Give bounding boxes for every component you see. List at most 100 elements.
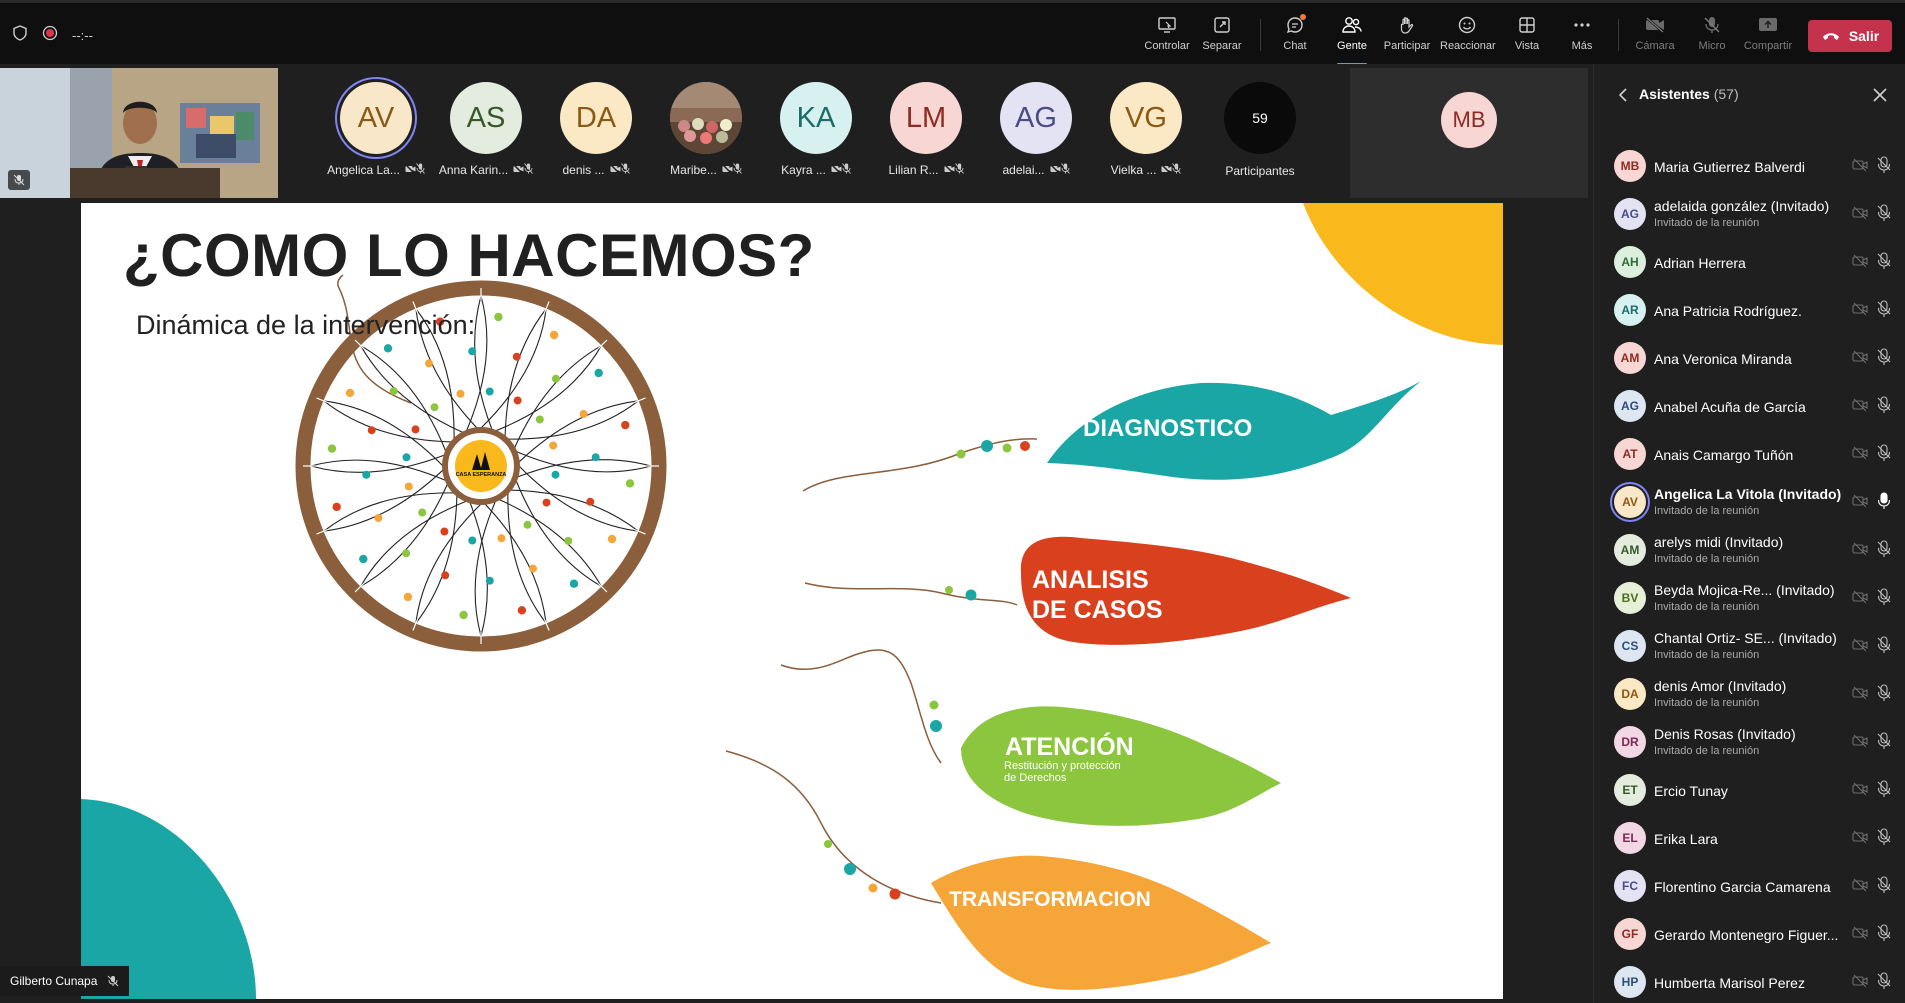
- web-bead: [403, 592, 413, 602]
- leaf-label-analisis-line1: ANALISIS: [1032, 566, 1149, 594]
- featured-participant-tile[interactable]: MB: [1350, 68, 1588, 198]
- attendee-row[interactable]: AV Angelica La Vitola (Invitado) Invitado …: [1594, 480, 1905, 528]
- attendee-avatar: BV: [1614, 582, 1646, 614]
- mic-off-icon: [1877, 252, 1891, 269]
- participant-name: Anna Karin...: [438, 163, 509, 177]
- web-bead: [586, 497, 595, 506]
- overflow-participants-tile[interactable]: 59 Participantes: [1210, 82, 1310, 192]
- web-bead: [440, 527, 449, 536]
- mic-off-icon: [1876, 348, 1892, 371]
- camera-off-icon: [1048, 163, 1061, 175]
- mic-off-icon: [1876, 876, 1892, 899]
- corner-shape-top-right: [1303, 203, 1503, 345]
- attendee-avatar: AM: [1614, 342, 1646, 374]
- attendee-name: Gerardo Montenegro Figuer...: [1654, 927, 1839, 943]
- web-strand: [515, 480, 602, 587]
- participant-avatar: AS: [450, 82, 522, 154]
- detach-button[interactable]: Separar: [1195, 15, 1249, 59]
- web-bead: [549, 330, 559, 340]
- attendee-name: Erika Lara: [1654, 831, 1718, 847]
- string-beads: [824, 440, 1030, 900]
- web-bead: [345, 388, 355, 398]
- mic-button[interactable]: Micro: [1685, 15, 1739, 59]
- attendee-row[interactable]: AM arelys midi (Invitado) Invitado de la r…: [1594, 528, 1905, 576]
- share-button[interactable]: Compartir: [1741, 15, 1795, 59]
- attendee-row[interactable]: FC Florentino Garcia Camarena: [1594, 864, 1905, 912]
- attendee-row[interactable]: AG adelaida gonzález (Invitado) Invitado d…: [1594, 192, 1905, 240]
- camera-off-icon: [1852, 494, 1868, 508]
- mic-on-icon: [1877, 492, 1891, 509]
- attendee-row[interactable]: GF Gerardo Montenegro Figuer...: [1594, 912, 1905, 960]
- web-bead: [374, 514, 383, 522]
- attendee-name: denis Amor (Invitado): [1654, 678, 1787, 694]
- mic-off-icon: [524, 163, 534, 174]
- attendee-row[interactable]: AG Anabel Acuña de García: [1594, 384, 1905, 432]
- camera-off-icon: [1852, 590, 1868, 604]
- attendee-row[interactable]: AT Anais Camargo Tuñón: [1594, 432, 1905, 480]
- web-bead: [456, 389, 465, 398]
- control-button[interactable]: Controlar: [1140, 15, 1194, 59]
- attendees-panel: Asistentes (57) MB Maria Gutierrez Balver…: [1593, 64, 1905, 1003]
- attendee-row[interactable]: BV Beyda Mojica-Re... (Invitado) Invitado …: [1594, 576, 1905, 624]
- mic-off-icon: [1876, 588, 1892, 611]
- participant-tile[interactable]: AV Angelica La...: [326, 82, 426, 192]
- participant-tile[interactable]: KA Kayra ...: [766, 82, 866, 192]
- mic-off-icon: [1876, 540, 1892, 563]
- raise-hand-button[interactable]: Participar: [1380, 15, 1434, 59]
- presenter-video[interactable]: [0, 68, 278, 198]
- attendee-list: MB Maria Gutierrez Balverdi AG adelaida gon…: [1594, 144, 1905, 1003]
- chat-button[interactable]: Chat: [1268, 14, 1322, 59]
- participant-photo: [670, 82, 742, 154]
- leaf-label-transformacion: TRANSFORMACION: [949, 888, 1151, 911]
- camera-off-icon: [1852, 446, 1868, 460]
- web-bead: [332, 502, 341, 512]
- string-diagnostico: [802, 438, 1038, 492]
- presenter-name: Gilberto Cunapa: [10, 974, 98, 988]
- back-chevron-icon[interactable]: [1618, 88, 1628, 107]
- people-button[interactable]: Gente: [1325, 15, 1379, 65]
- participant-avatar: KA: [780, 82, 852, 154]
- close-icon[interactable]: [1873, 88, 1887, 107]
- attendee-avatar: AH: [1614, 246, 1646, 278]
- participant-tile[interactable]: LM Lilian R...: [876, 82, 976, 192]
- attendee-row[interactable]: DR Denis Rosas (Invitado) Invitado de la r…: [1594, 720, 1905, 768]
- attendee-name: Chantal Ortiz- SE... (Invitado): [1654, 630, 1837, 646]
- attendee-row[interactable]: AM Ana Veronica Miranda: [1594, 336, 1905, 384]
- attendee-role: Invitado de la reunión: [1654, 697, 1760, 709]
- web-bead: [430, 403, 439, 412]
- participant-tile[interactable]: Maribe...: [656, 82, 756, 192]
- attendee-row[interactable]: EL Erika Lara: [1594, 816, 1905, 864]
- view-button[interactable]: Vista: [1500, 15, 1554, 59]
- attendee-row[interactable]: HP Humberta Marisol Perez: [1594, 960, 1905, 1003]
- mic-off-icon: [1060, 163, 1070, 174]
- mic-off-icon: [841, 163, 851, 174]
- participant-tile[interactable]: DA denis ...: [546, 82, 646, 192]
- web-bead: [607, 534, 617, 544]
- leave-button[interactable]: Salir: [1808, 20, 1892, 52]
- participant-tile[interactable]: AS Anna Karin...: [436, 82, 536, 192]
- web-strand: [498, 498, 602, 587]
- camera-off-icon: [1852, 542, 1868, 561]
- attendee-row[interactable]: AH Adrian Herrera: [1594, 240, 1905, 288]
- attendee-row[interactable]: DA denis Amor (Invitado) Invitado de la re…: [1594, 672, 1905, 720]
- camera-button[interactable]: Cámara: [1628, 15, 1682, 59]
- dreamcatcher: CASA ESPERANZA: [295, 280, 667, 652]
- attendee-row[interactable]: MB Maria Gutierrez Balverdi: [1594, 144, 1905, 192]
- status-icons: [1160, 163, 1182, 177]
- attendee-row[interactable]: AR Ana Patricia Rodríguez.: [1594, 288, 1905, 336]
- web-bead: [625, 479, 635, 488]
- react-button[interactable]: Reaccionar: [1440, 15, 1496, 59]
- toolbar-divider: [1618, 19, 1619, 51]
- participant-tile[interactable]: AG adelai...: [986, 82, 1086, 192]
- participant-tile[interactable]: VG Vielka ...: [1096, 82, 1196, 192]
- web-bead: [535, 415, 544, 424]
- web-bead: [551, 470, 560, 479]
- more-button[interactable]: Más: [1555, 15, 1609, 59]
- attendee-row[interactable]: ET Ercio Tunay: [1594, 768, 1905, 816]
- web-bead: [494, 312, 503, 322]
- attendee-row[interactable]: CS Chantal Ortiz- SE... (Invitado) Invitad…: [1594, 624, 1905, 672]
- meeting-toolbar: --:-- Controlar Separar Chat Gente Parti…: [0, 0, 1905, 65]
- attendee-avatar: AG: [1614, 390, 1646, 422]
- mic-off-icon: [1877, 636, 1891, 653]
- participant-name: Kayra ...: [781, 163, 826, 177]
